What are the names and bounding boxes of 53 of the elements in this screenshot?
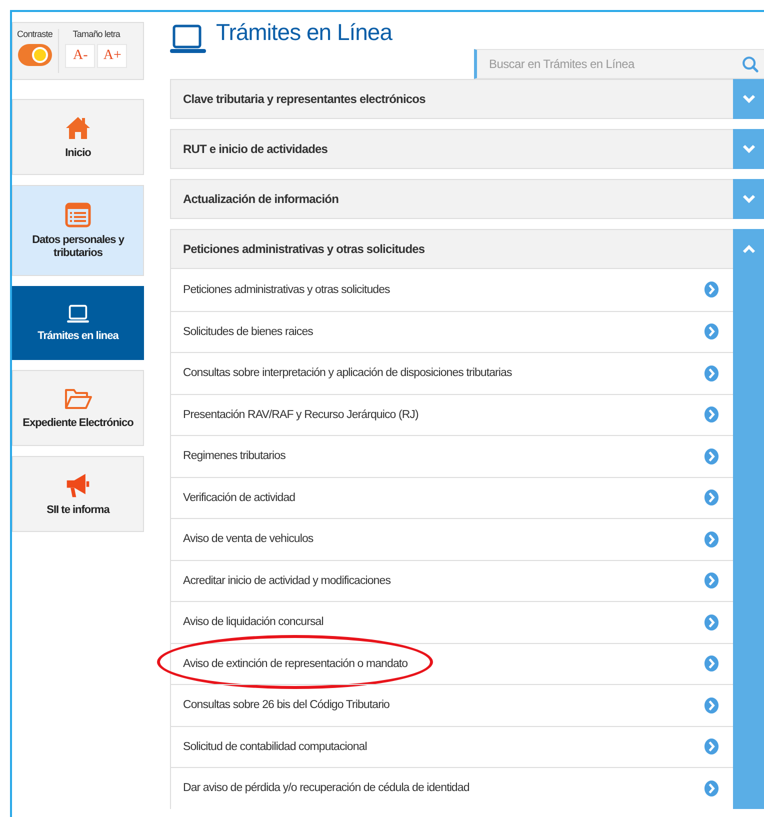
list-item[interactable]: Acreditar inicio de actividad y modificaciones [171, 560, 733, 601]
list-item[interactable]: Aviso de extinción de representación o mandato [171, 642, 733, 684]
chevron-right-icon[interactable] [704, 655, 719, 672]
list-item[interactable]: Solicitudes de bienes raices [171, 310, 733, 352]
search-icon[interactable] [742, 56, 759, 73]
search-field[interactable]: Buscar en Trámites en Línea [474, 49, 764, 79]
chevron-down-icon[interactable] [733, 179, 764, 219]
chevron-right-icon[interactable] [704, 738, 719, 756]
font-size-button[interactable]: A- [65, 44, 96, 68]
page-title: Trámites en Línea [216, 19, 392, 46]
nav-item[interactable]: Inicio [12, 99, 144, 175]
nav-item[interactable]: SII te informa [12, 456, 144, 532]
accordion-header[interactable]: RUT e inicio de actividades [170, 129, 733, 169]
chevron-right-icon[interactable] [704, 323, 719, 340]
chevron-right-icon[interactable] [704, 696, 719, 714]
megaphone-icon [65, 472, 91, 498]
laptop-icon [170, 24, 206, 54]
list-icon [65, 202, 91, 228]
list-item[interactable]: Aviso de liquidación concursal [171, 601, 733, 642]
list-item[interactable]: Peticiones administrativas y otras solicitudes [171, 269, 733, 310]
chevron-right-icon[interactable] [704, 572, 719, 590]
nav-item[interactable]: Expediente Electrónico [12, 370, 144, 446]
list-item[interactable]: Dar aviso de pérdida y/o recuperación de cédula de identidad [171, 767, 733, 808]
list-item[interactable]: Verificación de actividad [171, 476, 733, 518]
chevron-right-icon[interactable] [704, 614, 719, 631]
chevron-down-icon[interactable] [733, 129, 764, 169]
chevron-right-icon[interactable] [704, 489, 719, 506]
list-item[interactable]: Regimenes tributarios [171, 435, 733, 476]
nav-item[interactable]: Trámites en linea [12, 286, 144, 360]
chevron-up-icon[interactable] [733, 229, 764, 269]
list-item[interactable]: Aviso de venta de vehiculos [171, 518, 733, 560]
list-item[interactable]: Consultas sobre 26 bis del Código Tributario [171, 684, 733, 726]
chevron-right-icon[interactable] [704, 364, 719, 382]
chevron-right-icon[interactable] [704, 780, 719, 797]
chevron-right-icon[interactable] [704, 530, 719, 548]
contrast-label: Contraste [17, 29, 52, 39]
home-icon [65, 114, 91, 140]
nav-item[interactable]: Datos personales y tributarios [12, 185, 144, 276]
accordion-header[interactable]: Peticiones administrativas y otras solicitudes [170, 229, 733, 269]
list-item[interactable]: Presentación RAV/RAF y Recurso Jerárquico (RJ) [171, 394, 733, 435]
chevron-right-icon[interactable] [704, 448, 719, 465]
list-item[interactable]: Consultas sobre interpretación y aplicación de disposiciones tributarias [171, 352, 733, 394]
list-item[interactable]: Solicitud de contabilidad computacional [171, 726, 733, 767]
font-size-label: Tamaño letra [72, 29, 120, 39]
accordion-header[interactable]: Clave tributaria y representantes electrónicos [170, 79, 733, 119]
font-size-button[interactable]: A+ [97, 44, 128, 68]
chevron-right-icon[interactable] [704, 406, 719, 424]
folder-icon [64, 386, 92, 410]
accordion-header[interactable]: Actualización de información [170, 179, 733, 219]
chevron-right-icon[interactable] [704, 281, 719, 298]
chevron-down-icon[interactable] [733, 79, 764, 119]
laptop-icon [66, 304, 90, 324]
contrast-toggle[interactable] [18, 44, 52, 66]
